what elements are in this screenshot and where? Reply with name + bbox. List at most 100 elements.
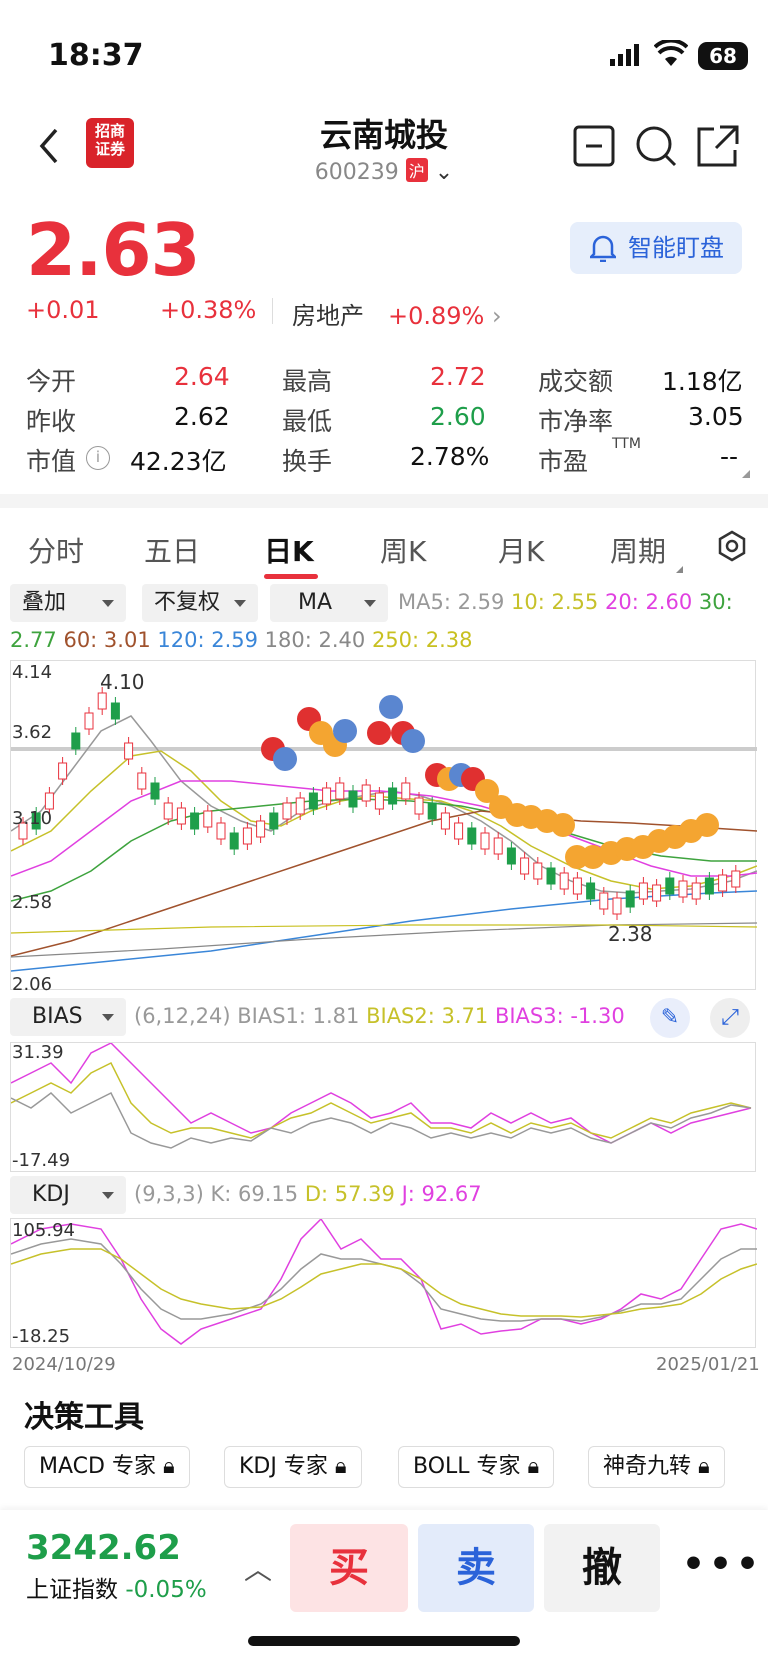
trade-marker xyxy=(695,813,719,837)
date-start: 2024/10/29 xyxy=(12,1354,116,1375)
candle xyxy=(335,782,345,800)
stock-code: 600239 xyxy=(314,160,399,185)
overlay-dropdown[interactable]: 叠加 xyxy=(10,584,126,622)
candle xyxy=(401,782,411,800)
tool-chip-nine-turn[interactable]: 神奇九转 🔒︎ xyxy=(588,1446,725,1488)
trade-marker xyxy=(379,695,403,719)
section-separator xyxy=(0,494,768,508)
cancel-order-button[interactable]: 撤 xyxy=(544,1524,660,1612)
kdj-svg xyxy=(10,1217,758,1345)
bias-dropdown[interactable]: BIAS xyxy=(10,998,126,1036)
candle xyxy=(454,822,464,840)
tab-period[interactable]: 周期 xyxy=(610,530,666,570)
indicator-dropdown[interactable]: MA xyxy=(270,584,388,622)
index-name-row[interactable]: 上证指数 -0.05% xyxy=(26,1570,207,1604)
ma30-value: 2.77 xyxy=(10,628,57,652)
stat-value: 2.62 xyxy=(174,402,230,431)
candle xyxy=(256,820,266,838)
more-icon[interactable]: ••• xyxy=(682,1544,763,1585)
buy-button[interactable]: 买 xyxy=(290,1524,408,1612)
kdj-chart[interactable] xyxy=(10,1217,758,1348)
share-icon[interactable] xyxy=(696,124,740,168)
adjust-dropdown[interactable]: 不复权 xyxy=(142,584,258,622)
tools-title: 决策工具 xyxy=(24,1400,144,1435)
candle xyxy=(440,812,450,830)
expand-corner-icon[interactable] xyxy=(742,470,750,478)
current-price: 2.63 xyxy=(26,208,201,292)
ma5-value: MA5: 2.59 xyxy=(398,590,505,614)
ma120-value: 120: 2.59 xyxy=(157,628,258,652)
stat-value: 3.05 xyxy=(688,402,744,431)
bias-legend: (6,12,24) BIAS1: 1.81 BIAS2: 3.71 BIAS3:… xyxy=(134,1004,625,1028)
bias-svg xyxy=(10,1042,752,1149)
candle xyxy=(718,874,728,892)
tab-five-day[interactable]: 五日 xyxy=(144,530,200,570)
chevron-up-icon[interactable]: ︿ xyxy=(244,1548,272,1588)
search-icon[interactable] xyxy=(634,124,678,168)
divider xyxy=(272,298,273,324)
ma30-label: 30: xyxy=(698,590,733,614)
active-tab-indicator xyxy=(264,574,318,579)
tab-daily-k[interactable]: 日K xyxy=(264,530,314,570)
kdj-j-value: J: 92.67 xyxy=(401,1182,482,1206)
candle xyxy=(599,892,609,910)
trade-marker xyxy=(551,813,575,837)
stat-value: 2.78% xyxy=(410,442,490,471)
ma10-line xyxy=(10,750,758,890)
candle xyxy=(176,807,186,825)
lock-icon: 🔒︎ xyxy=(162,1454,175,1479)
bias-axis-bottom: -17.49 xyxy=(12,1150,71,1171)
price-axis-bottom: 2.06 xyxy=(12,974,53,995)
info-icon[interactable]: i xyxy=(86,446,110,470)
edit-pencil-icon[interactable]: ✎ xyxy=(650,998,690,1038)
bias-chart[interactable] xyxy=(10,1042,756,1172)
kdj-dropdown[interactable]: KDJ xyxy=(10,1176,126,1214)
price-axis-mid2: 3.10 xyxy=(12,808,53,829)
tool-chip-boll[interactable]: BOLL 专家 🔒︎ xyxy=(398,1446,555,1488)
tab-intraday[interactable]: 分时 xyxy=(28,530,84,570)
settings-gear-icon[interactable] xyxy=(716,530,748,562)
candle xyxy=(216,822,226,840)
price-axis-top: 4.14 xyxy=(12,662,53,683)
smart-watch-label: 智能盯盘 xyxy=(628,234,724,262)
bell-icon xyxy=(590,235,616,262)
chip-label: 神奇九转 xyxy=(603,1454,692,1479)
wifi-icon xyxy=(654,40,688,66)
candle xyxy=(678,880,688,898)
fullscreen-icon[interactable]: ⤢ xyxy=(710,998,750,1038)
smart-watch-button[interactable]: 智能盯盘 xyxy=(570,222,742,274)
chevron-down-icon: ⌄ xyxy=(434,160,454,185)
sector-link[interactable]: 房地产 +0.89% › xyxy=(292,296,502,331)
ma10-value: 10: 2.55 xyxy=(511,590,599,614)
sector-pct: +0.89% xyxy=(388,302,485,330)
candle xyxy=(731,870,741,888)
lock-icon: 🔒︎ xyxy=(334,1454,347,1479)
candle xyxy=(308,792,318,810)
chip-label: KDJ 专家 xyxy=(239,1454,328,1479)
price-change: +0.01 xyxy=(26,296,100,324)
candle xyxy=(427,802,437,820)
tool-chip-macd[interactable]: MACD 专家 🔒︎ xyxy=(24,1446,190,1488)
tab-monthly-k[interactable]: 月K xyxy=(498,530,544,570)
tool-chip-kdj[interactable]: KDJ 专家 🔒︎ xyxy=(224,1446,362,1488)
candle xyxy=(572,877,582,895)
status-time: 18:37 xyxy=(48,38,144,73)
trade-marker xyxy=(333,719,357,743)
stat-label: 今开 xyxy=(26,367,77,396)
candle xyxy=(625,890,635,908)
remove-watchlist-icon[interactable] xyxy=(572,124,616,168)
date-end: 2025/01/21 xyxy=(656,1354,760,1375)
candle xyxy=(137,772,147,790)
stat-label: 昨收 xyxy=(26,407,77,436)
ma250-value: 250: 2.38 xyxy=(371,628,473,652)
candle xyxy=(374,792,384,810)
bias-params: (6,12,24) xyxy=(134,1004,231,1028)
sell-button[interactable]: 卖 xyxy=(418,1524,534,1612)
bias2-value: BIAS2: 3.71 xyxy=(366,1004,489,1028)
candle xyxy=(533,862,543,880)
index-pct: -0.05% xyxy=(125,1577,207,1603)
ma20-value: 20: 2.60 xyxy=(604,590,693,614)
index-value[interactable]: 3242.62 xyxy=(26,1528,181,1568)
candle xyxy=(480,832,490,850)
tab-weekly-k[interactable]: 周K xyxy=(380,530,426,570)
